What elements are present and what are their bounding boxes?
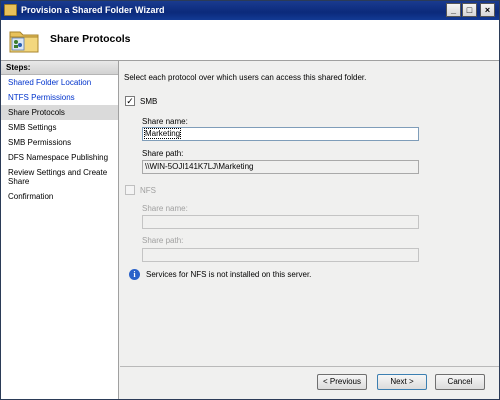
step-confirmation: Confirmation	[8, 192, 54, 201]
instruction-text: Select each protocol over which users ca…	[124, 73, 367, 82]
step-share-protocols: Share Protocols	[1, 105, 118, 120]
wizard-app-icon	[4, 4, 17, 16]
window-title: Provision a Shared Folder Wizard	[21, 5, 165, 15]
footer-divider	[120, 366, 499, 367]
smb-checkbox[interactable]: ✓	[125, 96, 135, 106]
maximize-button[interactable]: □	[462, 3, 477, 17]
nfs-share-name-label: Share name:	[142, 204, 188, 213]
title-bar[interactable]: Provision a Shared Folder Wizard _ □ ×	[1, 1, 499, 20]
steps-heading: Steps:	[1, 61, 118, 75]
protocols-panel: Select each protocol over which users ca…	[120, 61, 499, 361]
nfs-share-path-field	[142, 248, 419, 262]
step-smb-settings: SMB Settings	[8, 123, 57, 132]
nfs-info-message: Services for NFS is not installed on thi…	[146, 270, 312, 279]
nfs-share-name-input	[142, 215, 419, 229]
steps-pane: Steps: Shared Folder Location NTFS Permi…	[1, 61, 119, 399]
cancel-button[interactable]: Cancel	[435, 374, 485, 390]
step-dfs-namespace-publishing: DFS Namespace Publishing	[8, 153, 109, 162]
nfs-checkbox	[125, 185, 135, 195]
step-smb-permissions: SMB Permissions	[8, 138, 72, 147]
smb-label: SMB	[140, 97, 158, 106]
smb-share-path-field: \\WIN-5OJI141K7LJ\Marketing	[142, 160, 419, 174]
smb-share-name-label: Share name:	[142, 117, 188, 126]
nfs-label: NFS	[140, 186, 156, 195]
smb-share-name-value: Marketing	[143, 128, 182, 139]
wizard-window: Provision a Shared Folder Wizard _ □ × S…	[0, 0, 500, 400]
page-title: Share Protocols	[50, 33, 131, 45]
step-shared-folder-location[interactable]: Shared Folder Location	[1, 75, 118, 90]
wizard-header: Share Protocols	[1, 20, 499, 61]
smb-share-name-input[interactable]: Marketing	[142, 127, 419, 141]
previous-button[interactable]: < Previous	[317, 374, 367, 390]
next-button[interactable]: Next >	[377, 374, 427, 390]
close-button[interactable]: ×	[480, 3, 495, 17]
step-ntfs-permissions[interactable]: NTFS Permissions	[1, 90, 118, 105]
shared-folder-icon	[9, 31, 39, 53]
smb-share-path-label: Share path:	[142, 149, 184, 158]
info-icon: i	[129, 269, 140, 280]
step-review-settings: Review Settings and Create Share	[8, 168, 108, 186]
nfs-share-path-label: Share path:	[142, 236, 184, 245]
minimize-button[interactable]: _	[446, 3, 461, 17]
